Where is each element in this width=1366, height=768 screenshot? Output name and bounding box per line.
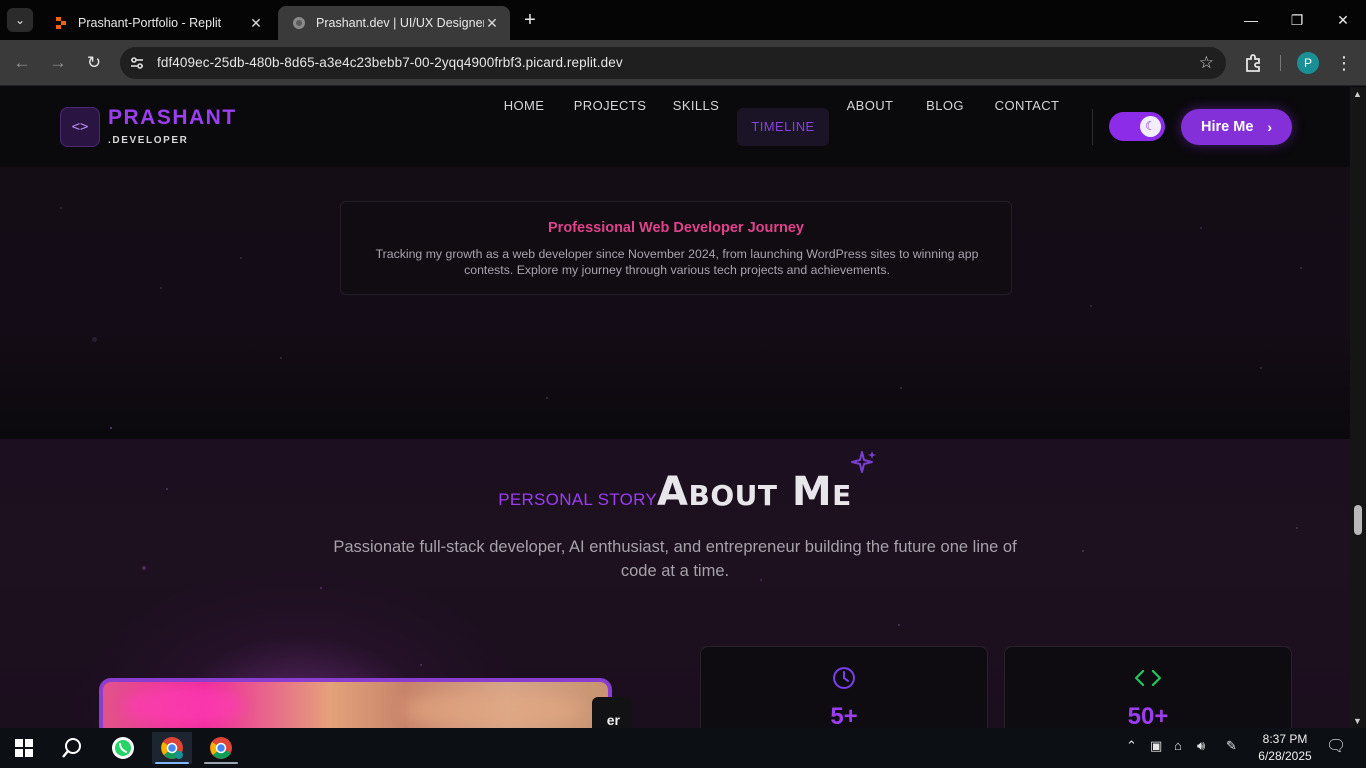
site-header: <> PRASHANT .DEVELOPER HOME PROJECTS SKI…	[0, 87, 1350, 167]
hire-me-label: Hire Me	[1201, 119, 1254, 135]
journey-card-title: Professional Web Developer Journey	[548, 220, 804, 236]
extensions-puzzle-icon[interactable]	[1243, 52, 1265, 74]
page-viewport: <> PRASHANT .DEVELOPER HOME PROJECTS SKI…	[0, 87, 1350, 728]
tab-title: Prashant-Portfolio - Replit	[78, 16, 222, 30]
logo-code-icon[interactable]: <>	[60, 107, 100, 147]
code-icon	[1134, 669, 1162, 687]
about-description: Passionate full-stack developer, AI enth…	[333, 538, 1017, 580]
close-tab-icon[interactable]: ✕	[248, 15, 264, 31]
forward-button[interactable]: →	[46, 51, 70, 75]
nav-about[interactable]: ABOUT	[838, 87, 902, 125]
back-button[interactable]: ←	[10, 51, 34, 75]
nav-blog[interactable]: BLOG	[918, 87, 972, 125]
close-window-button[interactable]: ✕	[1320, 8, 1366, 32]
tab-title: Prashant.dev | UI/UX Designer &	[316, 16, 484, 30]
nav-projects[interactable]: PROJECTS	[570, 87, 650, 125]
url-text: fdf409ec-25db-480b-8d65-a3e4c23bebb7-00-…	[157, 55, 623, 70]
nav-divider	[1092, 109, 1093, 145]
chevron-up-icon[interactable]: ⌃	[1126, 738, 1137, 754]
taskbar-clock[interactable]: 8:37 PM 6/28/2025	[1252, 731, 1318, 765]
active-indicator	[155, 762, 189, 764]
close-tab-icon[interactable]: ✕	[484, 15, 500, 31]
about-eyebrow: PERSONAL STORY	[498, 490, 658, 509]
journey-card: Professional Web Developer Journey Track…	[340, 201, 1012, 295]
tab-replit[interactable]: Prashant-Portfolio - Replit ✕	[40, 6, 274, 40]
new-tab-button[interactable]: +	[518, 9, 542, 31]
active-indicator	[204, 762, 238, 764]
tab-search-button[interactable]: ⌄	[7, 8, 33, 32]
stat-card-experience: 5+	[700, 646, 988, 728]
scroll-up-icon[interactable]: ▲	[1353, 89, 1362, 99]
stat-value: 50+	[1127, 703, 1169, 728]
about-title: About Me	[657, 469, 852, 515]
windows-start-icon[interactable]	[4, 732, 44, 764]
logo-subtitle: .DEVELOPER	[108, 135, 189, 146]
logo-name[interactable]: PRASHANT	[108, 106, 237, 130]
notifications-icon[interactable]: 🗨︎	[1326, 736, 1346, 756]
scroll-down-icon[interactable]: ▼	[1353, 716, 1362, 726]
about-heading: PERSONAL STORYAbout Me	[0, 469, 1350, 515]
scrollbar-thumb[interactable]	[1354, 505, 1362, 535]
nav-timeline[interactable]: TIMELINE	[737, 108, 829, 146]
windows-taskbar: ⌃ ▣ ⌂ 🔊︎ ✎ 8:37 PM 6/28/2025 🗨︎	[0, 728, 1366, 768]
about-section: PERSONAL STORYAbout Me Passionate full-s…	[0, 439, 1350, 728]
address-bar[interactable]: fdf409ec-25db-480b-8d65-a3e4c23bebb7-00-…	[120, 47, 1226, 79]
clock-date: 6/28/2025	[1258, 749, 1312, 763]
hire-me-button[interactable]: Hire Me ›	[1181, 109, 1292, 145]
minimize-button[interactable]: —	[1228, 8, 1274, 32]
theme-toggle[interactable]: ☾	[1109, 112, 1165, 141]
photo-badge: er	[592, 697, 632, 728]
site-info-icon[interactable]	[128, 54, 146, 72]
chevron-right-icon: ›	[1267, 119, 1272, 135]
meet-now-icon[interactable]: ▣	[1150, 738, 1162, 754]
timeline-section: Professional Web Developer Journey Track…	[0, 167, 1350, 439]
replit-favicon-icon	[56, 17, 66, 29]
moon-icon: ☾	[1140, 116, 1161, 137]
chrome-icon[interactable]	[201, 732, 241, 764]
network-icon[interactable]: ⌂	[1174, 738, 1182, 753]
tab-portfolio[interactable]: Prashant.dev | UI/UX Designer & ✕	[278, 6, 510, 40]
browser-tab-strip: ⌄ Prashant-Portfolio - Replit ✕ Prashant…	[0, 0, 1366, 40]
search-icon[interactable]	[52, 732, 92, 764]
profile-avatar[interactable]: P	[1297, 52, 1319, 74]
pen-icon[interactable]: ✎	[1226, 738, 1237, 754]
page-scrollbar[interactable]: ▲ ▼	[1350, 87, 1366, 728]
restore-button[interactable]: ❐	[1274, 8, 1320, 32]
browser-menu-icon[interactable]: ⋮	[1334, 51, 1354, 75]
stat-value: 5+	[830, 703, 858, 728]
journey-card-text: Tracking my growth as a web developer si…	[375, 247, 979, 277]
nav-skills[interactable]: SKILLS	[664, 87, 728, 125]
browser-toolbar: ← → ↻ fdf409ec-25db-480b-8d65-a3e4c23beb…	[0, 40, 1366, 86]
nav-contact[interactable]: CONTACT	[986, 87, 1068, 125]
clock-icon	[833, 667, 855, 689]
chrome-profile-icon[interactable]	[152, 732, 192, 764]
nav-home[interactable]: HOME	[492, 87, 556, 125]
globe-favicon-icon	[293, 17, 305, 29]
volume-icon[interactable]: 🔊︎	[1197, 738, 1205, 754]
profile-photo	[99, 678, 612, 728]
bookmark-star-icon[interactable]: ☆	[1199, 53, 1214, 73]
clock-time: 8:37 PM	[1262, 732, 1308, 746]
stat-card-projects: 50+	[1004, 646, 1292, 728]
toolbar-divider	[1280, 55, 1281, 71]
whatsapp-icon[interactable]	[103, 732, 143, 764]
reload-button[interactable]: ↻	[82, 51, 106, 75]
